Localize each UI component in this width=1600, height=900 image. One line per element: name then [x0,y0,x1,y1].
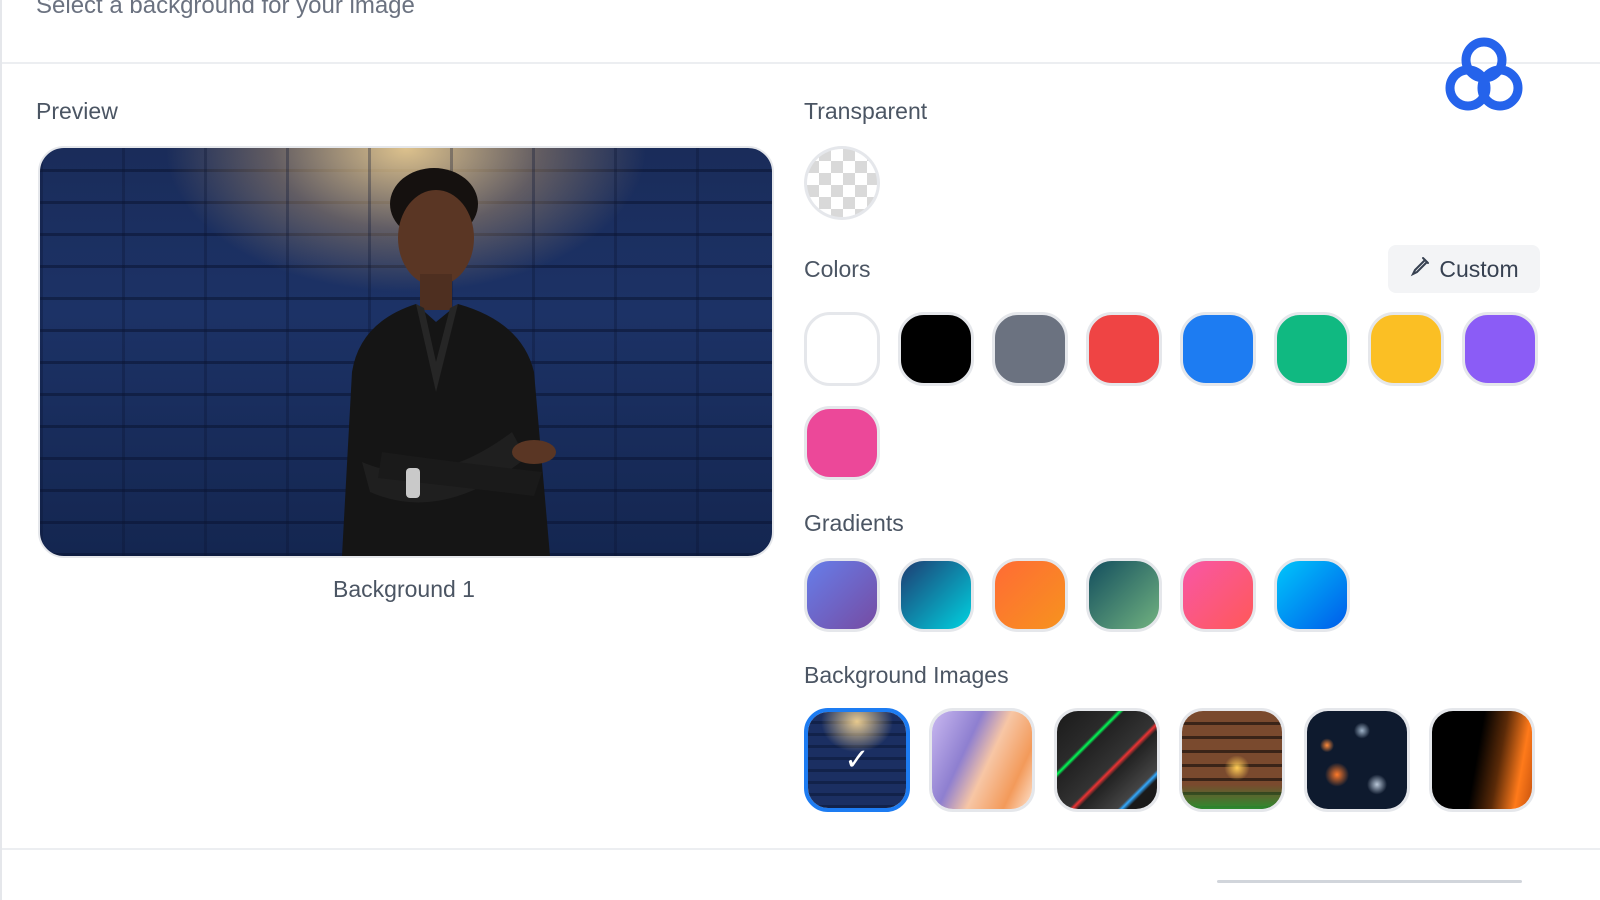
footer-bar [1217,880,1522,883]
bg-image-orange-particles[interactable] [1429,708,1535,812]
check-icon: ✓ [844,742,870,778]
transparent-label: Transparent [804,98,928,124]
bg-image-abstract-paper-fold[interactable] [929,708,1035,812]
gradient-swatch[interactable] [898,558,974,632]
color-swatch[interactable] [804,312,880,386]
color-swatch[interactable] [1086,312,1162,386]
gradients-label: Gradients [804,510,904,536]
color-swatch[interactable] [1462,312,1538,386]
color-swatch[interactable] [804,406,880,480]
brand-logo-icon [1436,30,1532,126]
divider [2,62,1600,64]
background-panel: Select a background for your image Previ… [0,0,1600,900]
person-figure [342,168,556,556]
bg-image-floating-spheres[interactable] [1304,708,1410,812]
gradient-swatch[interactable] [804,558,880,632]
custom-color-button[interactable]: Custom [1388,245,1540,293]
color-swatch[interactable] [1180,312,1256,386]
color-swatch[interactable] [1274,312,1350,386]
color-swatch[interactable] [898,312,974,386]
color-swatch[interactable] [1368,312,1444,386]
preview-image [38,146,774,558]
gradient-swatch[interactable] [1274,558,1350,632]
preview-caption: Background 1 [333,576,475,602]
bg-image-brick-wall-spotlight[interactable]: ✓ [804,708,910,812]
eyedropper-icon [1409,255,1431,283]
divider [2,848,1600,850]
gradient-swatch[interactable] [1086,558,1162,632]
bg-image-brick-wall-lightbulbs[interactable] [1179,708,1285,812]
color-swatch[interactable] [992,312,1068,386]
custom-color-label: Custom [1439,255,1519,282]
preview-label: Preview [36,98,118,124]
colors-label: Colors [804,256,871,282]
gradient-swatch[interactable] [1180,558,1256,632]
page-subtitle: Select a background for your image [36,0,415,19]
bg-image-neon-geometric-stone[interactable] [1054,708,1160,812]
transparent-swatch[interactable] [804,146,880,220]
background-images-label: Background Images [804,662,1009,688]
gradient-swatch[interactable] [992,558,1068,632]
